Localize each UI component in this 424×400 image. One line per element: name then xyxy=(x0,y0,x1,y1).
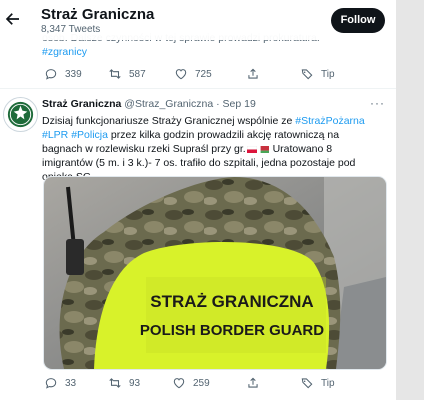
retweet-icon xyxy=(109,378,121,388)
tip-icon xyxy=(301,378,313,389)
follow-button[interactable]: Follow xyxy=(331,8,385,33)
hashtag-link[interactable]: #LPR xyxy=(42,129,68,141)
vest-text-line2: POLISH BORDER GUARD xyxy=(140,322,324,339)
tweet-image[interactable]: STRAŻ GRANICZNA POLISH BORDER GUARD xyxy=(43,176,387,370)
tip-label: Tip xyxy=(321,68,335,80)
tweet-date[interactable]: Sep 19 xyxy=(223,98,256,110)
reply-button[interactable]: 339 xyxy=(44,67,82,81)
author-name[interactable]: Straż Graniczna xyxy=(42,98,121,110)
share-button[interactable] xyxy=(246,67,260,81)
like-count: 259 xyxy=(193,377,210,389)
avatar[interactable] xyxy=(3,97,38,132)
timeline-column: osób. Dalsze czynności w tej sprawie pro… xyxy=(0,0,396,400)
retweet-button[interactable]: 93 xyxy=(108,376,140,390)
back-arrow-icon[interactable] xyxy=(4,10,22,28)
window-background xyxy=(396,0,424,400)
share-icon xyxy=(248,68,258,79)
tweet-header: Straż Graniczna @Straz_Graniczna · Sep 1… xyxy=(42,98,256,110)
poland-flag-icon xyxy=(246,145,257,153)
like-button[interactable]: 259 xyxy=(172,376,210,390)
like-count: 725 xyxy=(195,68,212,80)
reply-button[interactable]: 33 xyxy=(44,376,76,390)
tweet-actions: 339 587 725 Tip xyxy=(42,67,382,83)
hashtag-link[interactable]: #zgranicy xyxy=(42,46,87,58)
hashtag-link[interactable]: #Policja xyxy=(71,129,108,141)
retweet-count: 93 xyxy=(129,377,141,389)
reply-count: 339 xyxy=(65,68,82,80)
more-options-icon[interactable]: ··· xyxy=(370,96,385,110)
retweet-button[interactable]: 587 xyxy=(108,67,146,81)
heart-icon xyxy=(173,378,185,389)
vest-text-line1: STRAŻ GRANICZNA xyxy=(150,292,313,311)
tweet-count: 8,347 Tweets xyxy=(41,24,101,35)
like-button[interactable]: 725 xyxy=(174,67,212,81)
tip-label: Tip xyxy=(321,377,335,389)
belarus-flag-icon xyxy=(258,145,269,153)
tweet-text-segment: Dzisiaj funkcjonariusze Straży Graniczne… xyxy=(42,115,296,127)
border-guard-emblem-icon xyxy=(4,98,37,131)
profile-header: Straż Graniczna 8,347 Tweets Follow xyxy=(0,0,396,40)
reply-count: 33 xyxy=(65,377,77,389)
heart-icon xyxy=(175,69,187,80)
retweet-count: 587 xyxy=(129,68,146,80)
tweet-text: Dzisiaj funkcjonariusze Straży Graniczne… xyxy=(42,114,382,184)
tweet-actions: 33 93 259 Tip xyxy=(42,376,382,392)
author-handle[interactable]: @Straz_Graniczna xyxy=(124,98,213,110)
share-icon xyxy=(248,377,258,388)
retweet-icon xyxy=(109,69,121,79)
reply-icon xyxy=(45,378,57,389)
tip-icon xyxy=(301,69,313,80)
tip-button[interactable]: Tip xyxy=(300,376,335,390)
reply-icon xyxy=(45,69,57,80)
profile-title: Straż Graniczna xyxy=(41,6,155,23)
tip-button[interactable]: Tip xyxy=(300,67,335,81)
border-guard-photo: STRAŻ GRANICZNA POLISH BORDER GUARD xyxy=(44,177,386,369)
hashtag-link[interactable]: #StrażPożarna xyxy=(295,115,364,127)
separator-dot: · xyxy=(216,98,220,110)
tweet-divider xyxy=(0,88,396,89)
share-button[interactable] xyxy=(246,376,260,390)
